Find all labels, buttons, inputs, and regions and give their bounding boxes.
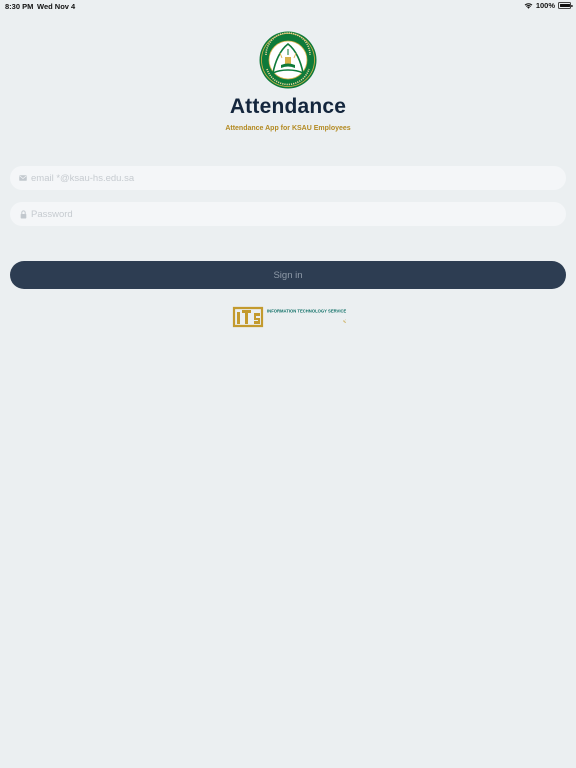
its-logo: INFORMATION TECHNOLOGY SERVICES خدمات تق… [232, 306, 346, 328]
battery-percent: 100% [535, 1, 555, 10]
lock-icon [18, 209, 28, 219]
battery-fill [559, 3, 570, 8]
app-title: Attendance [229, 95, 347, 118]
status-bar: 8:30 PM Wed Nov 4 100% [0, 0, 576, 12]
ksau-seal-logo [259, 31, 317, 89]
svg-text:خدمات تقنية المعلومات: خدمات تقنية المعلومات [343, 316, 346, 325]
password-field[interactable] [10, 202, 566, 226]
email-field[interactable] [10, 166, 566, 190]
sign-in-button[interactable]: Sign in [10, 261, 566, 289]
login-screen: 8:30 PM Wed Nov 4 100% Attendance Attend… [0, 0, 576, 768]
svg-text:INFORMATION TECHNOLOGY SERVICE: INFORMATION TECHNOLOGY SERVICES [267, 309, 346, 314]
status-indicators: 100% [524, 1, 573, 10]
status-date: Wed Nov 4 [37, 2, 76, 11]
battery-icon [558, 2, 573, 9]
password-input[interactable] [31, 204, 566, 224]
email-input[interactable] [31, 168, 566, 188]
status-time: 8:30 PM [5, 2, 34, 11]
envelope-icon [18, 173, 28, 183]
wifi-icon [524, 3, 533, 9]
app-subtitle: Attendance App for KSAU Employees [225, 125, 351, 132]
